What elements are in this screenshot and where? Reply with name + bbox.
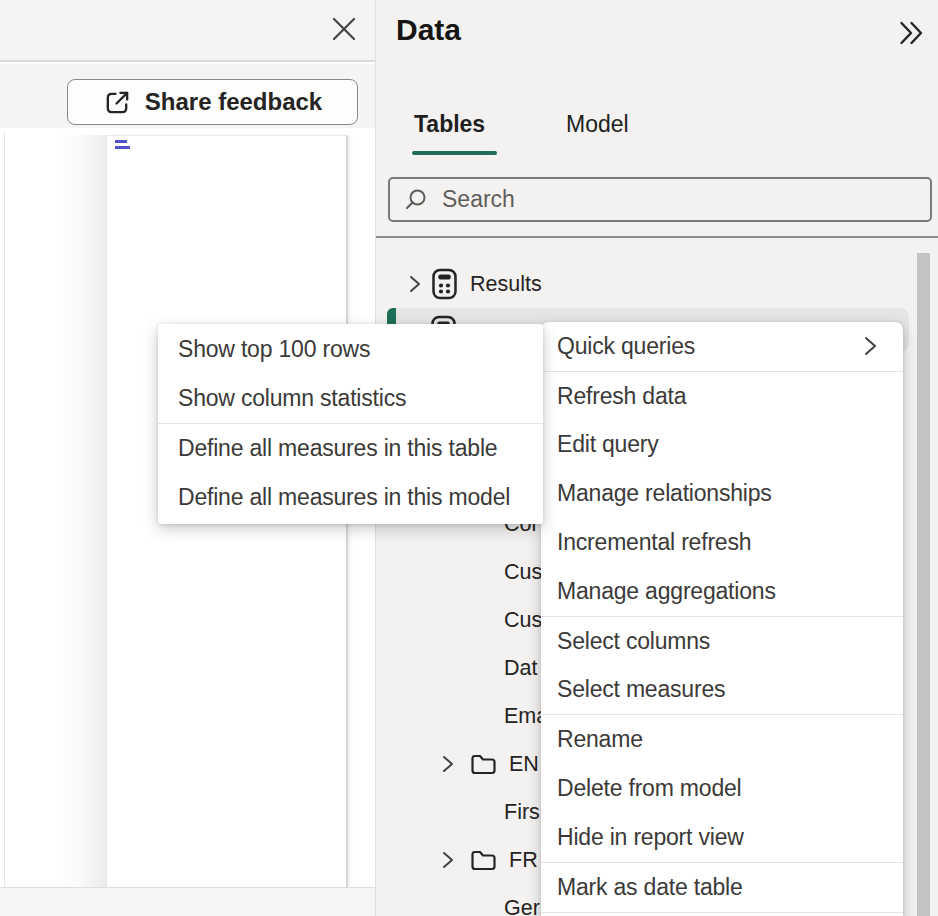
tab-tables[interactable]: Tables xyxy=(414,111,485,138)
tree-item-results[interactable]: Results xyxy=(408,260,542,308)
close-icon xyxy=(334,19,354,39)
context-menu: Quick queries Refresh data Edit query Ma… xyxy=(541,322,903,916)
left-panel-toolbar: Share feedback xyxy=(0,64,375,128)
chevron-right-icon xyxy=(408,272,422,296)
menu-item-select-measures[interactable]: Select measures xyxy=(541,666,903,715)
menu-item-delete-from-model[interactable]: Delete from model xyxy=(541,764,903,813)
search-placeholder: Search xyxy=(442,186,515,213)
search-icon xyxy=(404,188,427,211)
menu-item-refresh-data[interactable]: Refresh data xyxy=(541,372,903,421)
tree-item-column[interactable]: Cus xyxy=(504,548,542,596)
tab-model[interactable]: Model xyxy=(566,111,629,138)
search-input[interactable]: Search xyxy=(388,177,932,222)
collapse-pane-button[interactable] xyxy=(899,21,925,45)
left-panel-header xyxy=(0,0,375,62)
tree-item-column[interactable]: Cus xyxy=(504,596,542,644)
menu-item-mark-as-date-table[interactable]: Mark as date table xyxy=(541,863,903,912)
menu-item-show-column-statistics[interactable]: Show column statistics xyxy=(158,374,543,423)
mini-text-mark xyxy=(115,140,127,143)
share-feedback-label: Share feedback xyxy=(145,88,322,116)
menu-item-manage-relationships[interactable]: Manage relationships xyxy=(541,469,903,518)
active-tab-underline xyxy=(412,151,497,155)
tree-item-folder[interactable]: EN xyxy=(441,740,539,788)
menu-item-select-columns[interactable]: Select columns xyxy=(541,617,903,666)
context-submenu: Show top 100 rows Show column statistics… xyxy=(158,324,543,524)
pane-title: Data xyxy=(396,14,461,46)
chevron-right-icon xyxy=(441,752,455,776)
folder-icon xyxy=(470,752,497,776)
share-feedback-button[interactable]: Share feedback xyxy=(67,79,358,125)
menu-item-edit-query[interactable]: Edit query xyxy=(541,421,903,470)
menu-item-hide-in-report-view[interactable]: Hide in report view xyxy=(541,813,903,862)
menu-item-incremental-refresh[interactable]: Incremental refresh xyxy=(541,518,903,567)
tree-item-folder[interactable]: FR xyxy=(441,836,538,884)
menu-item-rename[interactable]: Rename xyxy=(541,715,903,764)
menu-item-quick-queries[interactable]: Quick queries xyxy=(541,322,903,371)
menu-item-define-all-measures-model[interactable]: Define all measures in this model xyxy=(158,473,543,522)
menu-item-define-all-measures-table[interactable]: Define all measures in this table xyxy=(158,424,543,473)
scrollbar-thumb[interactable] xyxy=(917,253,930,916)
submenu-chevron-icon xyxy=(863,333,878,359)
tree-item-label: Results xyxy=(470,272,542,297)
table-icon xyxy=(432,268,459,300)
mini-text-mark xyxy=(115,146,130,149)
tree-item-column[interactable]: Firs xyxy=(504,788,540,836)
menu-item-show-top-100-rows[interactable]: Show top 100 rows xyxy=(158,325,543,374)
tree-item-column[interactable]: Dat xyxy=(504,644,537,692)
double-chevron-right-icon xyxy=(899,21,925,45)
share-icon xyxy=(103,88,132,117)
close-button[interactable] xyxy=(328,13,360,45)
folder-icon xyxy=(470,848,497,872)
menu-item-manage-aggregations[interactable]: Manage aggregations xyxy=(541,567,903,616)
chevron-right-icon xyxy=(441,848,455,872)
tree-item-column[interactable]: Ger xyxy=(504,884,540,916)
